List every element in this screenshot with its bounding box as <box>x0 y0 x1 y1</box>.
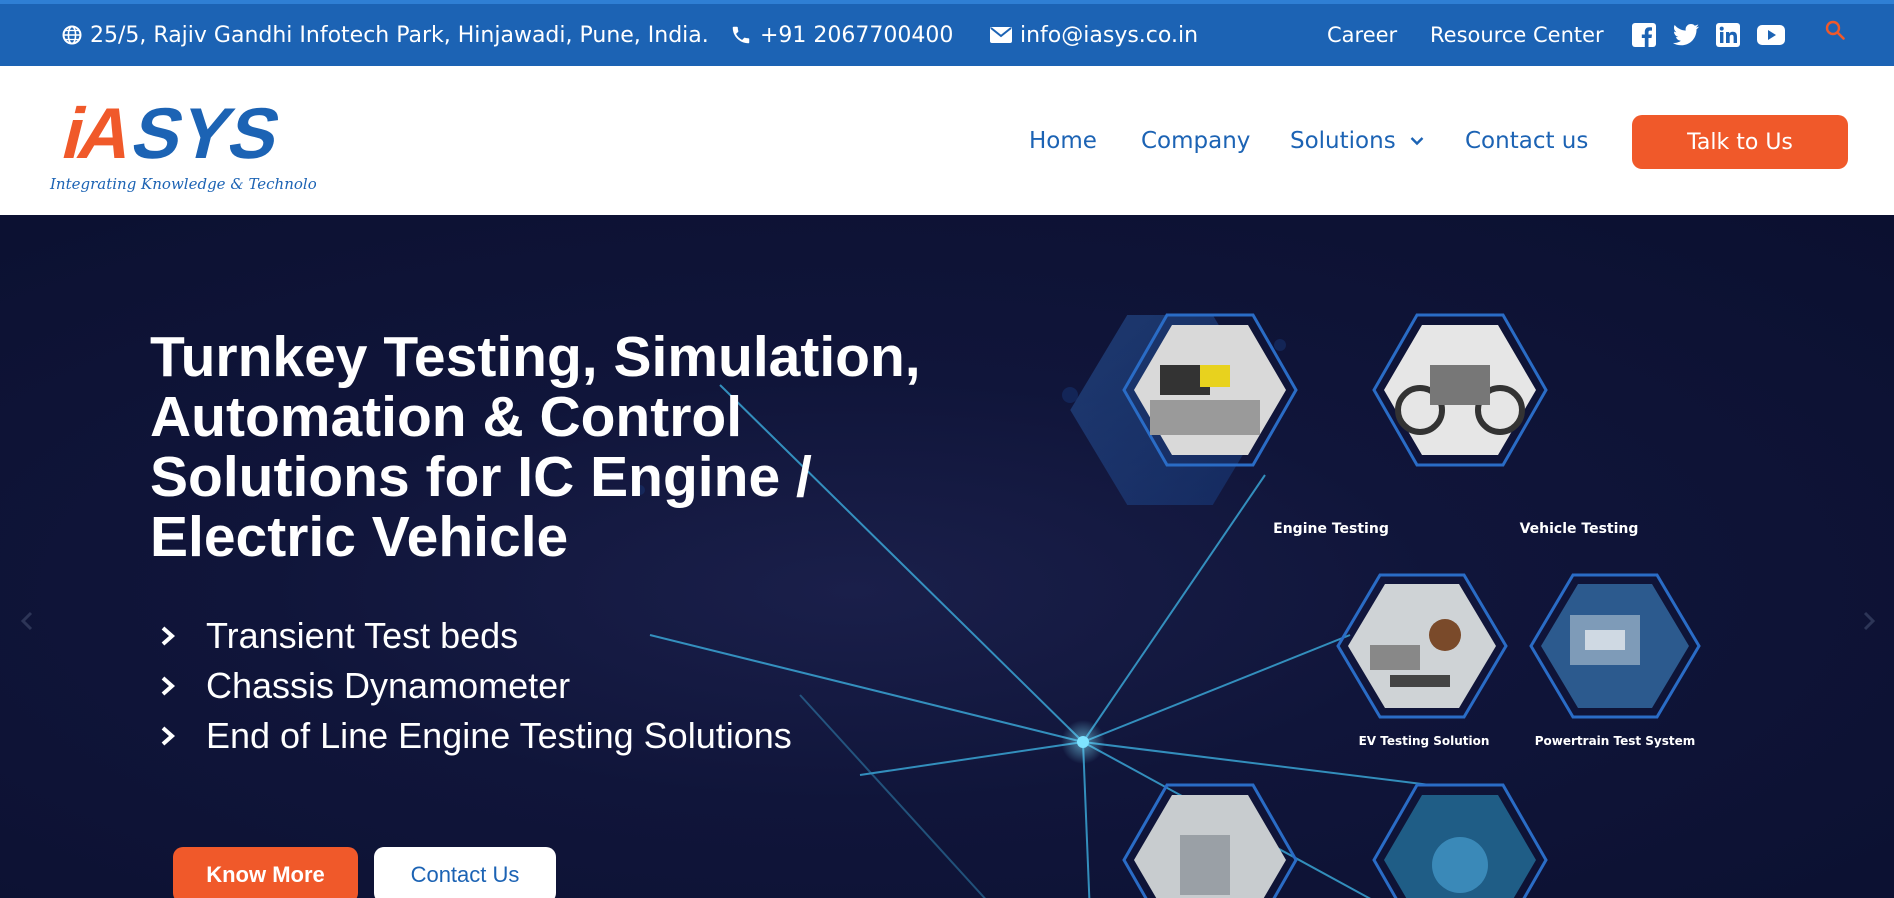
chevron-down-icon[interactable] <box>1410 136 1424 146</box>
list-item: End of Line Engine Testing Solutions <box>160 711 792 761</box>
carousel-prev-arrow-icon[interactable] <box>20 610 34 637</box>
hero-bullet-list: Transient Test beds Chassis Dynamometer … <box>160 611 792 761</box>
solution-hex-vehicle-testing <box>1372 313 1548 467</box>
bullet-text: End of Line Engine Testing Solutions <box>206 715 792 756</box>
phone-text[interactable]: +91 2067700400 <box>760 23 953 48</box>
envelope-icon <box>990 27 1012 43</box>
address-text: 25/5, Rajiv Gandhi Infotech Park, Hinjaw… <box>90 22 709 48</box>
carousel-next-arrow-icon[interactable] <box>1862 610 1876 637</box>
solution-hex-pump <box>1372 783 1548 898</box>
solution-hex-powertrain <box>1529 573 1701 719</box>
list-item: Transient Test beds <box>160 611 792 661</box>
nav-solutions-label[interactable]: Solutions <box>1290 128 1396 154</box>
vehicle-testing-label[interactable]: Vehicle Testing <box>1520 521 1639 537</box>
career-label[interactable]: Career <box>1327 23 1397 47</box>
youtube-icon[interactable] <box>1757 25 1785 45</box>
hero-title: Turnkey Testing, Simulation, Automation … <box>150 325 921 569</box>
nav-home-label[interactable]: Home <box>1029 128 1097 154</box>
nav-company-label[interactable]: Company <box>1141 128 1250 154</box>
contact-us-button[interactable]: Contact Us <box>374 847 556 898</box>
nav-contact-us[interactable]: Contact us <box>1465 66 1588 215</box>
nav-solutions[interactable]: Solutions <box>1290 66 1424 215</box>
chevron-right-icon <box>161 676 176 696</box>
social-links <box>1632 4 1845 66</box>
list-item: Chassis Dynamometer <box>160 661 792 711</box>
engine-testing-label[interactable]: Engine Testing <box>1273 521 1389 537</box>
nav-company[interactable]: Company <box>1141 66 1250 215</box>
phone[interactable]: +91 2067700400 <box>730 4 953 66</box>
bullet-text: Chassis Dynamometer <box>206 665 571 706</box>
talk-to-us-button[interactable]: Talk to Us <box>1632 115 1848 169</box>
email-text[interactable]: info@iasys.co.in <box>1020 23 1198 48</box>
solution-hex-ev-testing <box>1336 573 1508 719</box>
address: 25/5, Rajiv Gandhi Infotech Park, Hinjaw… <box>62 4 709 66</box>
svg-text:SYS: SYS <box>125 96 289 174</box>
solution-hex-machine <box>1122 783 1298 898</box>
top-contact-bar: 25/5, Rajiv Gandhi Infotech Park, Hinjaw… <box>0 0 1894 66</box>
bullet-text: Transient Test beds <box>206 615 519 656</box>
site-header: i A SYS Integrating Knowledge & Technolo… <box>0 66 1894 215</box>
resource-center-label[interactable]: Resource Center <box>1430 23 1604 47</box>
resource-center-link[interactable]: Resource Center <box>1430 4 1604 66</box>
solution-hex-engine-testing <box>1070 313 1298 505</box>
chevron-right-icon <box>161 626 176 646</box>
nav-home[interactable]: Home <box>1029 66 1097 215</box>
chevron-right-icon <box>161 726 176 746</box>
hero-banner: Turnkey Testing, Simulation, Automation … <box>0 215 1894 898</box>
iasys-logo[interactable]: i A SYS Integrating Knowledge & Technolo… <box>46 94 335 196</box>
search-icon[interactable] <box>1825 20 1845 40</box>
logo-tagline: Integrating Knowledge & Technology <box>49 175 316 193</box>
email[interactable]: info@iasys.co.in <box>990 4 1198 66</box>
career-link[interactable]: Career <box>1327 4 1397 66</box>
linkedin-icon[interactable] <box>1716 23 1740 47</box>
facebook-icon[interactable] <box>1632 23 1656 47</box>
globe-icon <box>62 25 82 45</box>
nav-contact-label[interactable]: Contact us <box>1465 128 1588 154</box>
ev-testing-label[interactable]: EV Testing Solution <box>1359 734 1490 748</box>
know-more-button[interactable]: Know More <box>173 847 358 898</box>
twitter-icon[interactable] <box>1673 24 1699 46</box>
phone-icon <box>732 26 750 44</box>
powertrain-label[interactable]: Powertrain Test System <box>1535 734 1696 748</box>
